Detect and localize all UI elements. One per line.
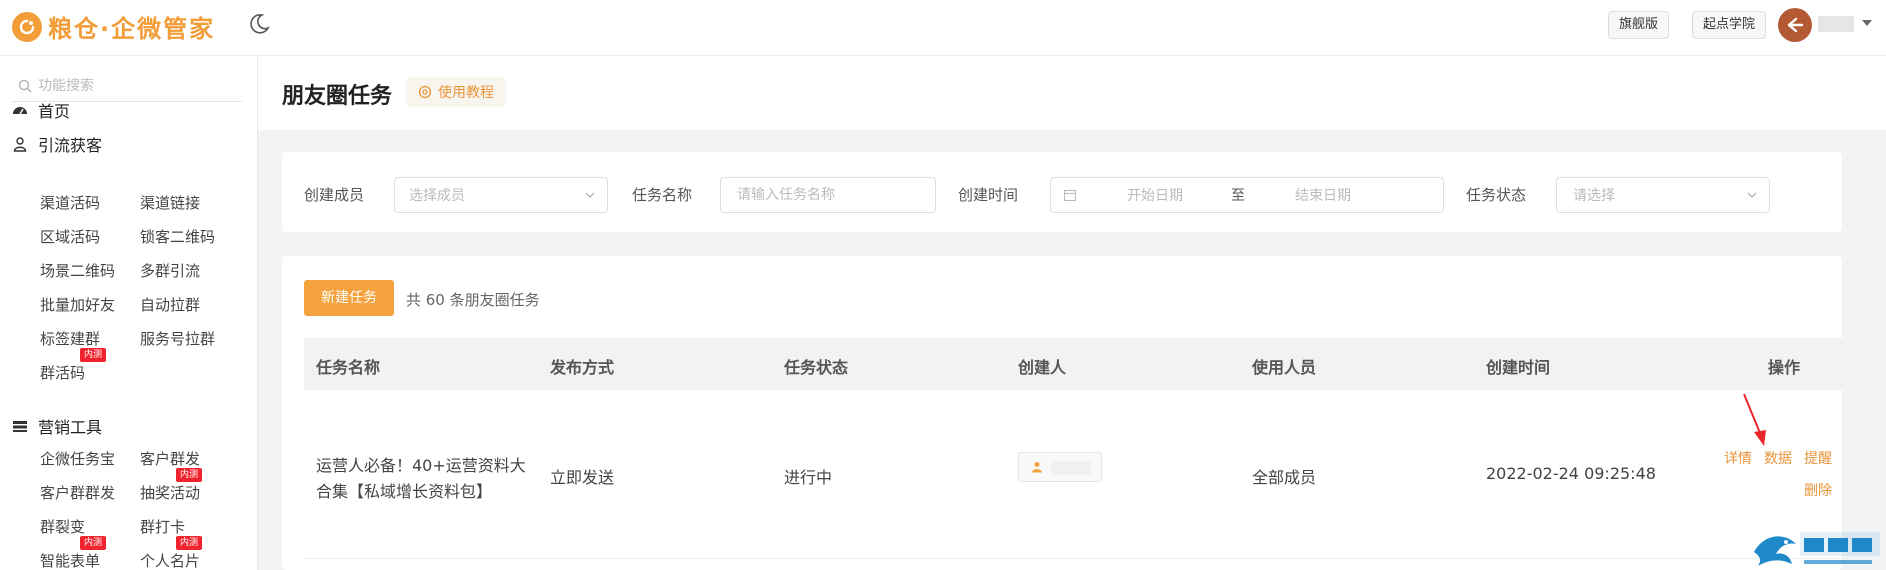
task-name-line-2: 合集【私域增长资料包】: [316, 482, 493, 501]
back-arrow-icon: [1787, 17, 1804, 33]
sidebar-item-group-broadcast[interactable]: 客户群群发: [40, 482, 115, 503]
new-task-button[interactable]: 新建任务: [304, 280, 394, 316]
sidebar-item-region-code[interactable]: 区域活码: [40, 226, 100, 247]
sidebar-item-batch-add-friend[interactable]: 批量加好友: [40, 294, 115, 315]
usage-members: 全部成员: [1252, 468, 1317, 487]
academy-button[interactable]: 起点学院: [1692, 11, 1767, 39]
task-name-field[interactable]: [720, 177, 936, 213]
top-bar: 粮仓·企微管家 旗舰版 起点学院: [0, 0, 1886, 56]
task-name-input[interactable]: [737, 187, 935, 203]
column-header-create-time: 创建时间: [1486, 358, 1551, 377]
beta-badge: 内测: [80, 348, 106, 362]
row-divider: [304, 558, 1844, 559]
filter-panel: 创建成员 选择成员 任务名称 创建时间 开始日期 至 结束日期 任务状态 请选择: [282, 152, 1842, 232]
user-icon: [13, 137, 27, 152]
column-header-creator: 创建人: [1018, 358, 1067, 377]
sidebar-item-customer-broadcast[interactable]: 客户群发: [140, 448, 200, 469]
column-header-users: 使用人员: [1252, 358, 1317, 377]
creator-select-placeholder: 选择成员: [409, 188, 465, 204]
user-menu-caret-icon[interactable]: [1862, 20, 1872, 26]
site-watermark-logo: [1754, 532, 1880, 566]
dark-mode-moon-icon[interactable]: [246, 11, 272, 37]
sidebar-item-tag-group[interactable]: 标签建群: [40, 328, 100, 349]
toolbox-icon: [13, 421, 27, 432]
sidebar-item-group-fission[interactable]: 群裂变: [40, 516, 85, 537]
table-header: 任务名称 发布方式 任务状态 创建人 使用人员 创建时间 操作: [304, 338, 1844, 390]
search-icon: [18, 79, 32, 92]
date-range-picker[interactable]: 开始日期 至 结束日期: [1050, 177, 1444, 213]
range-separator: 至: [1231, 188, 1245, 204]
sidebar-item-scene-qrcode[interactable]: 场景二维码: [40, 260, 115, 281]
task-name-filter-label: 任务名称: [632, 186, 693, 204]
user-name-redacted[interactable]: [1818, 16, 1854, 32]
sidebar-group-marketing[interactable]: 营销工具: [12, 414, 102, 438]
chevron-down-icon: [1747, 192, 1757, 198]
task-status-select[interactable]: 请选择: [1556, 177, 1770, 213]
tutorial-button[interactable]: 使用教程: [406, 77, 506, 107]
column-header-task-status: 任务状态: [784, 358, 849, 377]
sidebar-item-auto-pull-group[interactable]: 自动拉群: [140, 294, 200, 315]
sidebar: 首页 引流获客 渠道活码 渠道链接 区域活码 锁客二维码 场景二维码 多群引流 …: [0, 56, 258, 570]
sidebar-item-lock-qrcode[interactable]: 锁客二维码: [140, 226, 215, 247]
task-count: 共 60 条朋友圈任务: [406, 291, 540, 309]
sidebar-item-lottery[interactable]: 抽奖活动: [140, 482, 200, 503]
app-name: 粮仓·企微管家: [48, 15, 216, 43]
logo-icon: [12, 11, 42, 42]
detail-link[interactable]: 详情: [1724, 448, 1752, 468]
help-circle-icon: [418, 85, 432, 99]
start-date-placeholder[interactable]: 开始日期: [1127, 185, 1183, 205]
column-header-publish-method: 发布方式: [550, 358, 615, 377]
task-status: 进行中: [784, 468, 833, 487]
create-time: 2022-02-24 09:25:48: [1486, 464, 1656, 483]
calendar-icon: [1063, 189, 1077, 202]
create-time-filter-label: 创建时间: [958, 186, 1019, 204]
delete-link[interactable]: 删除: [1804, 480, 1832, 500]
beta-badge: 内测: [80, 536, 106, 550]
creator-filter-label: 创建成员: [304, 186, 365, 204]
beta-badge: 内测: [176, 468, 202, 482]
sidebar-item-label: 首页: [38, 102, 71, 121]
end-date-placeholder[interactable]: 结束日期: [1295, 185, 1351, 205]
column-header-task-name: 任务名称: [316, 358, 381, 377]
page-title: 朋友圈任务: [282, 84, 393, 109]
sidebar-group-traffic[interactable]: 引流获客: [12, 132, 102, 156]
sidebar-item-channel-code[interactable]: 渠道活码: [40, 192, 100, 213]
creator-select[interactable]: 选择成员: [394, 177, 608, 213]
dashboard-icon: [13, 107, 27, 115]
task-status-filter-label: 任务状态: [1466, 186, 1527, 204]
sidebar-item-business-card[interactable]: 个人名片: [140, 550, 200, 570]
sidebar-item-channel-link[interactable]: 渠道链接: [140, 192, 200, 213]
annotation-arrow-icon: [1743, 393, 1766, 446]
task-name-line-1: 运营人必备！40+运营资料大: [316, 456, 526, 475]
chevron-down-icon: [585, 192, 595, 198]
sidebar-item-group-code[interactable]: 群活码: [40, 362, 85, 383]
creator-name-redacted: [1051, 461, 1091, 475]
creator-chip: [1018, 452, 1102, 482]
sidebar-item-multi-group[interactable]: 多群引流: [140, 260, 200, 281]
page-header: 朋友圈任务 使用教程: [258, 56, 1886, 130]
sidebar-group-label: 营销工具: [38, 418, 103, 437]
sidebar-item-home[interactable]: 首页: [12, 98, 70, 122]
flagship-edition-button[interactable]: 旗舰版: [1608, 11, 1670, 39]
sidebar-item-smart-form[interactable]: 智能表单: [40, 550, 100, 570]
remind-link[interactable]: 提醒: [1804, 448, 1832, 468]
sidebar-group-label: 引流获客: [38, 136, 103, 155]
sidebar-item-service-account-group[interactable]: 服务号拉群: [140, 328, 215, 349]
column-header-actions: 操作: [1768, 358, 1801, 377]
data-link[interactable]: 数据: [1764, 448, 1792, 468]
app-logo[interactable]: 粮仓·企微管家: [12, 9, 215, 44]
feature-search-input[interactable]: [38, 77, 238, 94]
publish-method: 立即发送: [550, 468, 615, 487]
sidebar-item-group-checkin[interactable]: 群打卡: [140, 516, 185, 537]
user-avatar[interactable]: [1778, 8, 1812, 42]
person-icon: [1032, 462, 1042, 473]
task-status-placeholder: 请选择: [1573, 188, 1615, 204]
sidebar-item-task-treasure[interactable]: 企微任务宝: [40, 448, 115, 469]
tutorial-label: 使用教程: [438, 85, 494, 101]
task-list-panel: 新建任务 共 60 条朋友圈任务 任务名称 发布方式 任务状态 创建人 使用人员…: [282, 256, 1844, 570]
beta-badge: 内测: [176, 536, 202, 550]
